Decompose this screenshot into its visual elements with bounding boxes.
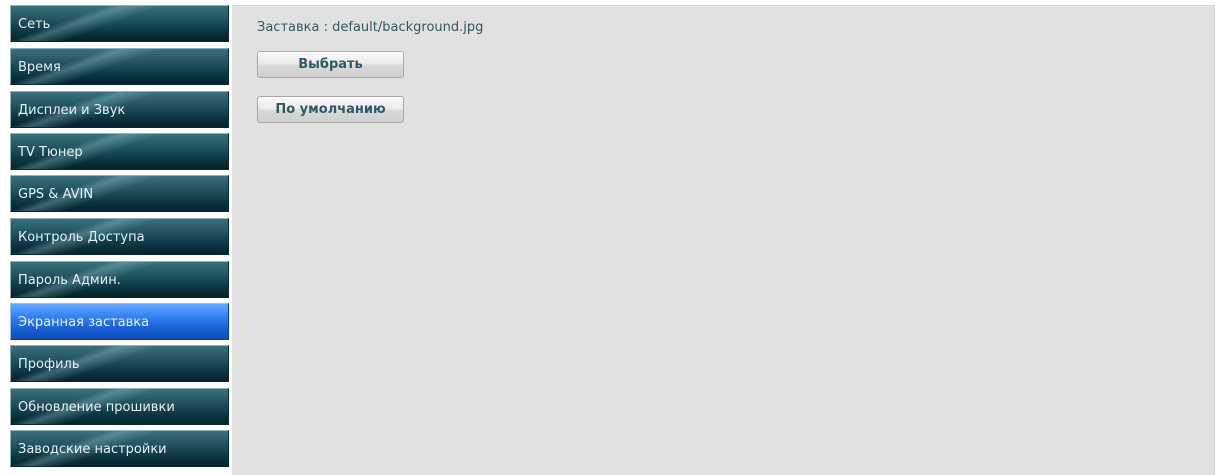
sidebar-menu: Сеть Время Дисплеи и Звук TV Тюнер GPS &… [0,0,232,475]
sidebar-item-tv-tuner[interactable]: TV Тюнер [10,133,229,170]
choose-button[interactable]: Выбрать [257,51,404,78]
settings-window: Сеть Время Дисплеи и Звук TV Тюнер GPS &… [0,0,1219,475]
sidebar-item-access-control[interactable]: Контроль Доступа [10,218,229,255]
default-button[interactable]: По умолчанию [257,96,404,123]
sidebar-item-gps-avin[interactable]: GPS & AVIN [10,175,229,212]
screensaver-path-label: Заставка : default/background.jpg [257,20,484,35]
sidebar-item-display-sound[interactable]: Дисплеи и Звук [10,91,229,128]
sidebar-item-profile[interactable]: Профиль [10,345,229,382]
sidebar-item-screensaver[interactable]: Экранная заставка [10,303,229,340]
sidebar-item-admin-password[interactable]: Пароль Админ. [10,261,229,298]
sidebar-item-network[interactable]: Сеть [10,5,229,42]
sidebar-item-time[interactable]: Время [10,48,229,85]
sidebar-item-firmware-update[interactable]: Обновление прошивки [10,388,229,425]
content-panel: Заставка : default/background.jpg Выбрат… [232,5,1215,475]
sidebar-item-factory-settings[interactable]: Заводские настройки [10,430,229,467]
